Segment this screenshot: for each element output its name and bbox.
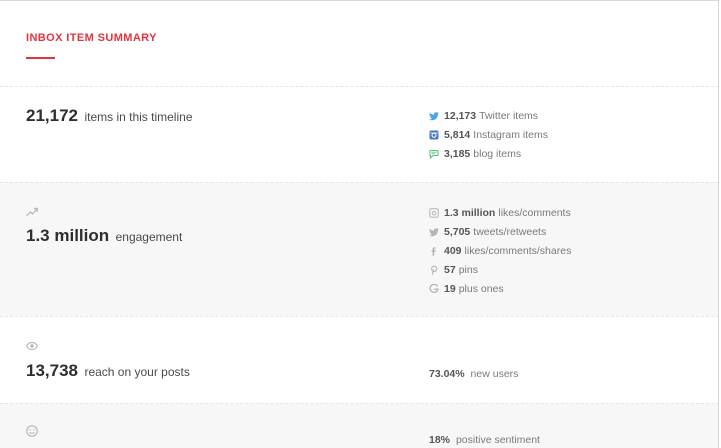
twitter-icon	[429, 227, 439, 237]
engagement-breakdown: 1.3 million likes/comments 5,705 tweets/…	[429, 203, 571, 298]
list-item: 1.3 million likes/comments	[429, 203, 571, 222]
eye-icon	[25, 339, 39, 351]
list-item: 5,705 tweets/retweets	[429, 222, 571, 241]
list-item: 5,814 Instagram items	[429, 125, 548, 144]
sentiment-section: 18% positive sentiment	[0, 403, 718, 448]
trending-up-icon	[26, 205, 38, 217]
reach-new-users: 73.04% new users	[429, 368, 519, 380]
items-section: 21,172 items in this timeline 12,173 Twi…	[0, 86, 718, 182]
sentiment-positive: 18% positive sentiment	[429, 434, 540, 446]
engagement-total: 1.3 million engagement	[26, 226, 182, 246]
items-total: 21,172 items in this timeline	[26, 106, 193, 126]
instagram-icon	[429, 130, 439, 140]
items-breakdown: 12,173 Twitter items 5,814 Instagram ite…	[429, 106, 548, 163]
list-item: 3,185 blog items	[429, 144, 548, 163]
list-item: 57 pins	[429, 260, 571, 279]
items-total-value: 21,172	[26, 106, 78, 125]
reach-total: 13,738 reach on your posts	[26, 361, 190, 381]
smiley-icon	[26, 424, 38, 437]
blog-icon	[429, 149, 439, 159]
title-underline	[26, 57, 55, 59]
engagement-section: 1.3 million engagement 1.3 million likes…	[0, 182, 718, 316]
items-total-label: items in this timeline	[84, 110, 193, 124]
reach-section: 13,738 reach on your posts 73.04% new us…	[0, 316, 718, 403]
engagement-total-value: 1.3 million	[26, 226, 110, 245]
inbox-summary-panel: INBOX ITEM SUMMARY 21,172 items in this …	[0, 0, 719, 448]
reach-total-label: reach on your posts	[84, 365, 190, 379]
instagram-icon	[429, 207, 439, 218]
engagement-total-label: engagement	[115, 230, 183, 244]
list-item: 19 plus ones	[429, 279, 571, 298]
reach-total-value: 13,738	[26, 361, 78, 380]
panel-title: INBOX ITEM SUMMARY	[26, 32, 157, 44]
google-icon	[429, 283, 439, 294]
pinterest-icon	[429, 265, 439, 275]
twitter-icon	[429, 111, 439, 121]
facebook-icon	[429, 246, 439, 256]
list-item: 409 likes/comments/shares	[429, 241, 571, 260]
panel-header: INBOX ITEM SUMMARY	[26, 32, 157, 44]
list-item: 12,173 Twitter items	[429, 106, 548, 125]
